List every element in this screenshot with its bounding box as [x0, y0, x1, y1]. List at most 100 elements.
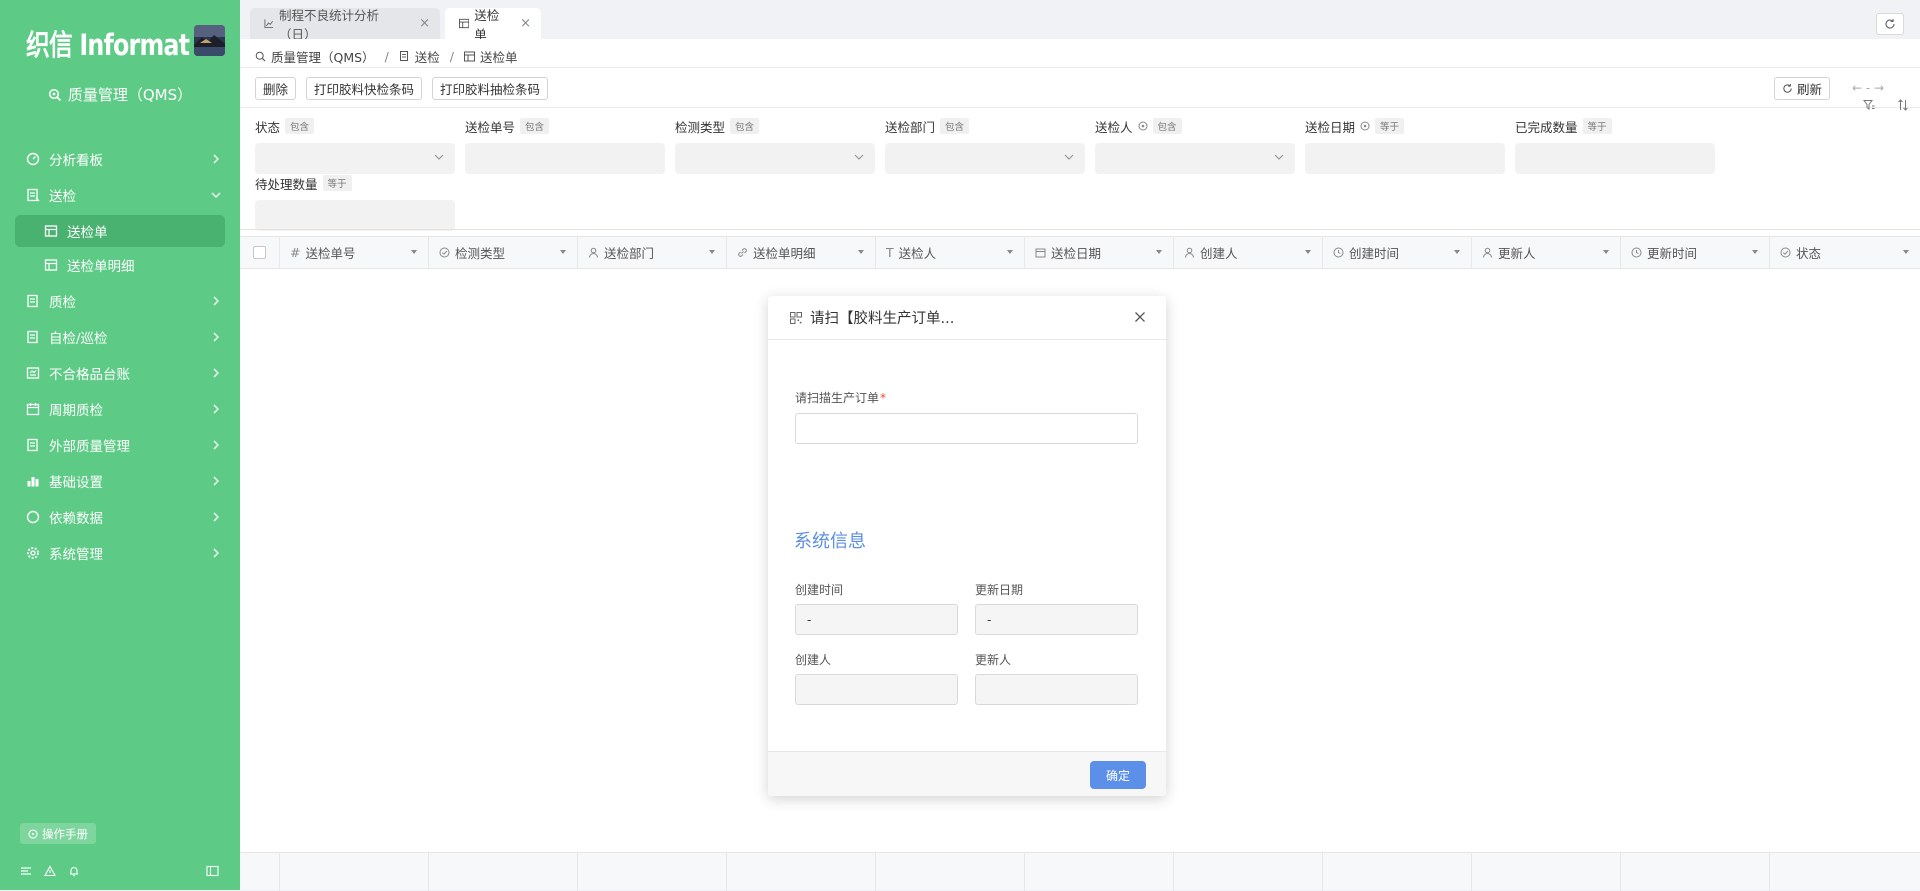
filter-settings-icon[interactable] [1863, 99, 1875, 111]
chevron-down-icon [1274, 154, 1284, 160]
caret-down-icon [858, 250, 864, 254]
sidebar-item-label: 系统管理 [49, 547, 103, 563]
column-header-order-detail[interactable]: 送检单明细 [727, 237, 876, 268]
sidebar-item-dependency-data[interactable]: 依赖数据 [0, 499, 240, 535]
send-date-input[interactable] [1305, 143, 1505, 174]
filter-operator[interactable]: 包含 [1152, 118, 1182, 134]
filter-operator[interactable]: 包含 [730, 118, 760, 134]
filter-pending-qty: 待处理数量 等于 [255, 174, 455, 231]
created-time-label: 创建时间 [795, 583, 844, 597]
sidebar-item-label: 基础设置 [49, 475, 103, 491]
column-header-updater[interactable]: 更新人 [1472, 237, 1621, 268]
filter-operator[interactable]: 等于 [1375, 118, 1405, 134]
sidebar-item-label: 依赖数据 [49, 511, 103, 527]
sidebar-item-self-inspection[interactable]: 自检/巡检 [0, 319, 240, 355]
summary-cell [280, 853, 429, 891]
collapse-sidebar-icon[interactable] [206, 865, 219, 877]
filter-operator[interactable]: 等于 [322, 175, 352, 191]
delete-button[interactable]: 删除 [255, 77, 297, 100]
print-sample-check-barcode-button[interactable]: 打印胶料抽检条码 [432, 77, 549, 100]
caret-down-icon [411, 250, 417, 254]
creator-label: 创建人 [795, 653, 832, 667]
breadcrumb-item-qms[interactable]: 质量管理（QMS） [255, 47, 375, 66]
department-select[interactable] [885, 143, 1085, 174]
chevron-right-icon [213, 404, 219, 414]
bell-icon[interactable] [68, 865, 80, 877]
table-summary-row [240, 852, 1920, 891]
order-no-input[interactable] [465, 143, 665, 174]
logo-text: 织信 Informat [26, 28, 190, 62]
filter-operator[interactable]: 包含 [520, 118, 550, 134]
tab-inspection-order[interactable]: 送检单 × [445, 8, 541, 42]
sidebar-item-label: 质检 [49, 295, 76, 311]
chevron-down-icon [211, 192, 221, 198]
sidebar-item-label: 不合格品台账 [49, 367, 130, 383]
filter-label: 检测类型 [675, 119, 726, 135]
search-icon [255, 51, 266, 62]
operation-manual-label: 操作手册 [42, 826, 88, 841]
sidebar-item-basic-settings[interactable]: 基础设置 [0, 463, 240, 499]
column-header-order-no[interactable]: # 送检单号 [280, 237, 429, 268]
scan-order-input[interactable] [795, 413, 1138, 444]
sidebar-item-analysis-dashboard[interactable]: 分析看板 [0, 141, 240, 177]
sidebar-item-inspection-order[interactable]: 送检单 [15, 215, 225, 247]
sidebar: 织信 Informat 质量管理（QMS） 分析看板 送检 送检单 送检单明细 … [0, 0, 240, 890]
sort-icon[interactable] [1897, 99, 1909, 111]
updater-label: 更新人 [975, 653, 1012, 667]
avatar[interactable] [194, 25, 225, 56]
sidebar-item-external-quality[interactable]: 外部质量管理 [0, 427, 240, 463]
check-type-select[interactable] [675, 143, 875, 174]
column-header-submitter[interactable]: T 送检人 [876, 237, 1025, 268]
sidebar-item-inspection-order-detail[interactable]: 送检单明细 [15, 249, 225, 281]
tab-defect-analysis[interactable]: 制程不良统计分析（日） × [250, 8, 440, 42]
status-select[interactable] [255, 143, 455, 174]
sidebar-item-system-management[interactable]: 系统管理 [0, 535, 240, 571]
sidebar-item-label: 外部质量管理 [49, 439, 130, 455]
filter-operator[interactable]: 包含 [285, 118, 315, 134]
filter-tools [1863, 99, 1909, 111]
column-header-department[interactable]: 送检部门 [578, 237, 727, 268]
close-icon[interactable]: × [419, 16, 430, 31]
column-header-check-type[interactable]: 检测类型 [429, 237, 578, 268]
filter-operator[interactable]: 等于 [1582, 118, 1612, 134]
filter-operator[interactable]: 包含 [940, 118, 970, 134]
operation-manual-button[interactable]: 操作手册 [20, 823, 96, 844]
select-all-checkbox[interactable] [253, 246, 266, 259]
confirm-button[interactable]: 确定 [1090, 761, 1146, 789]
clear-circle-icon[interactable] [1360, 121, 1370, 131]
menu-list-icon[interactable] [20, 865, 32, 877]
sidebar-item-periodic-inspection[interactable]: 周期质检 [0, 391, 240, 427]
creator-field [795, 674, 958, 705]
document-icon [25, 293, 41, 309]
sidebar-item-inspection-send[interactable]: 送检 [0, 177, 240, 213]
sidebar-item-nonconforming-ledger[interactable]: 不合格品台账 [0, 355, 240, 391]
completed-qty-input[interactable] [1515, 143, 1715, 174]
breadcrumb-item-order: 送检单 [464, 47, 518, 66]
reload-tab-button[interactable] [1876, 13, 1904, 35]
sidebar-item-quality-check[interactable]: 质检 [0, 283, 240, 319]
tab-bar: 制程不良统计分析（日） × 送检单 × [240, 0, 1920, 42]
print-fast-check-barcode-button[interactable]: 打印胶料快检条码 [306, 77, 423, 100]
column-header-creator[interactable]: 创建人 [1174, 237, 1323, 268]
clear-circle-icon[interactable] [1138, 121, 1148, 131]
app-title[interactable]: 质量管理（QMS） [0, 84, 240, 105]
summary-cell [429, 853, 578, 891]
clock-icon [1333, 247, 1344, 258]
column-header-created-time[interactable]: 创建时间 [1323, 237, 1472, 268]
user-icon [1185, 247, 1194, 258]
column-header-updated-time[interactable]: 更新时间 [1621, 237, 1770, 268]
close-icon[interactable]: × [520, 16, 531, 31]
column-label: 送检单明细 [753, 246, 816, 261]
column-header-send-date[interactable]: 送检日期 [1025, 237, 1174, 268]
refresh-button[interactable]: 刷新 [1774, 77, 1831, 100]
submitter-select[interactable] [1095, 143, 1295, 174]
scan-order-dialog: 请扫【胶料生产订单... 请扫描生产订单* 系统信息 创建时间 - 更新日期 -… [768, 296, 1166, 796]
breadcrumb-item-send[interactable]: 送检 [399, 47, 440, 66]
filter-send-date: 送检日期 等于 [1305, 117, 1505, 174]
warning-icon[interactable] [44, 865, 56, 877]
pending-qty-input[interactable] [255, 200, 455, 231]
pager[interactable]: ← - → [1852, 81, 1884, 95]
gear-icon [25, 545, 41, 561]
close-icon[interactable] [1134, 311, 1146, 323]
column-header-status[interactable]: 状态 [1770, 237, 1920, 268]
